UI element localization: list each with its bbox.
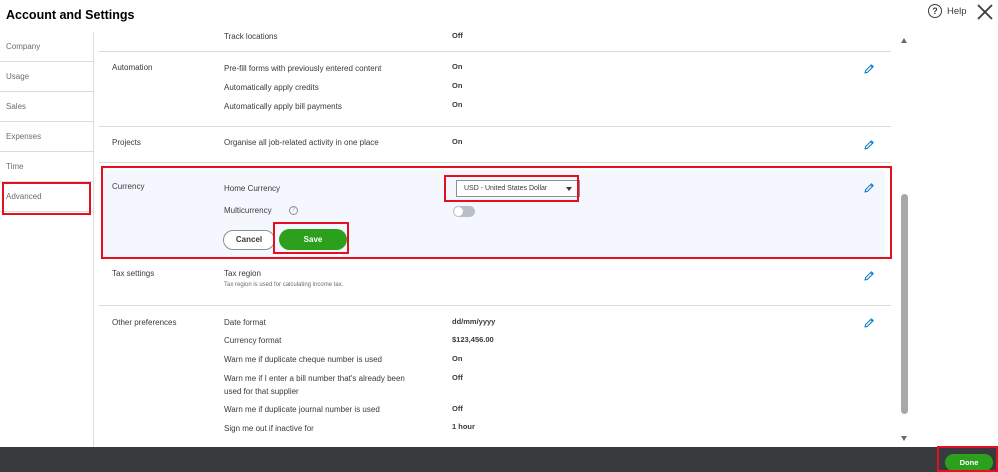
scroll-up-icon[interactable] (901, 38, 907, 43)
preference-value: 1 hour (452, 422, 475, 431)
preference-label: Sign me out if inactive for (224, 424, 314, 433)
page-title: Account and Settings (6, 8, 135, 22)
chevron-down-icon (566, 187, 572, 191)
multicurrency-toggle[interactable] (453, 206, 475, 217)
sidebar-item-sales[interactable]: Sales (0, 92, 94, 122)
projects-section[interactable]: Projects Organise all job-related activi… (99, 127, 891, 163)
automation-section[interactable]: Automation Pre-fill forms with previousl… (99, 52, 891, 127)
preference-label: Warn me if I enter a bill number that's … (224, 374, 405, 383)
currency-title: Currency (112, 182, 145, 191)
settings-sidebar: Company Usage Sales Expenses Time Advanc… (0, 32, 94, 447)
pencil-icon[interactable] (863, 317, 875, 329)
projects-row-label: Organise all job-related activity in one… (224, 138, 379, 147)
done-button[interactable]: Done (945, 454, 993, 471)
pencil-icon[interactable] (863, 182, 875, 194)
sidebar-item-expenses[interactable]: Expenses (0, 122, 94, 152)
help-label: Help (947, 5, 967, 17)
footer-bar (0, 447, 998, 472)
projects-row-value: On (452, 137, 463, 146)
automation-row-value: On (452, 62, 463, 71)
preference-label: used for that supplier (224, 387, 299, 396)
sidebar-item-time[interactable]: Time (0, 152, 94, 182)
other-preferences-section[interactable]: Other preferences Date format dd/mm/yyyy… (99, 306, 891, 447)
preference-value: $123,456.00 (452, 335, 494, 344)
sidebar-item-advanced[interactable]: Advanced (0, 182, 94, 212)
automation-row-value: On (452, 81, 463, 90)
preference-value: Off (452, 373, 463, 382)
help-icon: ? (928, 4, 942, 18)
close-icon[interactable] (976, 3, 994, 21)
help-button[interactable]: ? Help (928, 4, 967, 18)
track-locations-value: Off (452, 31, 463, 40)
info-icon[interactable]: ? (289, 206, 298, 215)
scroll-down-icon[interactable] (901, 436, 907, 441)
automation-row-label: Automatically apply bill payments (224, 102, 342, 111)
save-button[interactable]: Save (279, 229, 347, 250)
scrollbar-thumb[interactable] (901, 194, 908, 414)
automation-row-label: Pre-fill forms with previously entered c… (224, 64, 382, 73)
toggle-knob (454, 207, 463, 216)
pencil-icon[interactable] (863, 139, 875, 151)
track-locations-label: Track locations (224, 32, 278, 41)
automation-row-label: Automatically apply credits (224, 83, 319, 92)
header-bar: Account and Settings ? Help (0, 0, 998, 30)
home-currency-label: Home Currency (224, 184, 281, 193)
automation-row-value: On (452, 100, 463, 109)
scrollbar[interactable] (899, 34, 910, 446)
pencil-icon[interactable] (863, 270, 875, 282)
automation-title: Automation (112, 63, 153, 72)
tax-title: Tax settings (112, 269, 155, 278)
tax-region-note: Tax region is used for calculating incom… (224, 282, 344, 288)
cancel-button[interactable]: Cancel (223, 230, 275, 250)
other-preferences-title: Other preferences (112, 318, 177, 327)
preference-value: On (452, 354, 463, 363)
preference-label: Currency format (224, 336, 282, 345)
projects-title: Projects (112, 138, 141, 147)
settings-content: Track locations Off Automation Pre-fill … (95, 30, 898, 447)
currency-section: Currency Home Currency USD - United Stat… (103, 170, 885, 258)
tax-section[interactable]: Tax settings Tax region Tax region is us… (99, 258, 891, 306)
home-currency-select[interactable]: USD - United States Dollar (456, 180, 580, 197)
preference-value: Off (452, 404, 463, 413)
sidebar-item-company[interactable]: Company (0, 32, 94, 62)
preference-label: Date format (224, 318, 266, 327)
tax-region-label: Tax region (224, 269, 261, 278)
multicurrency-label: Multicurrency (224, 206, 272, 215)
sidebar-item-usage[interactable]: Usage (0, 62, 94, 92)
preference-label: Warn me if duplicate cheque number is us… (224, 355, 383, 364)
preference-value: dd/mm/yyyy (452, 317, 496, 326)
preference-label: Warn me if duplicate journal number is u… (224, 405, 380, 414)
home-currency-selected: USD - United States Dollar (464, 185, 548, 192)
time-section: Track locations Off (99, 30, 891, 52)
pencil-icon[interactable] (863, 63, 875, 75)
